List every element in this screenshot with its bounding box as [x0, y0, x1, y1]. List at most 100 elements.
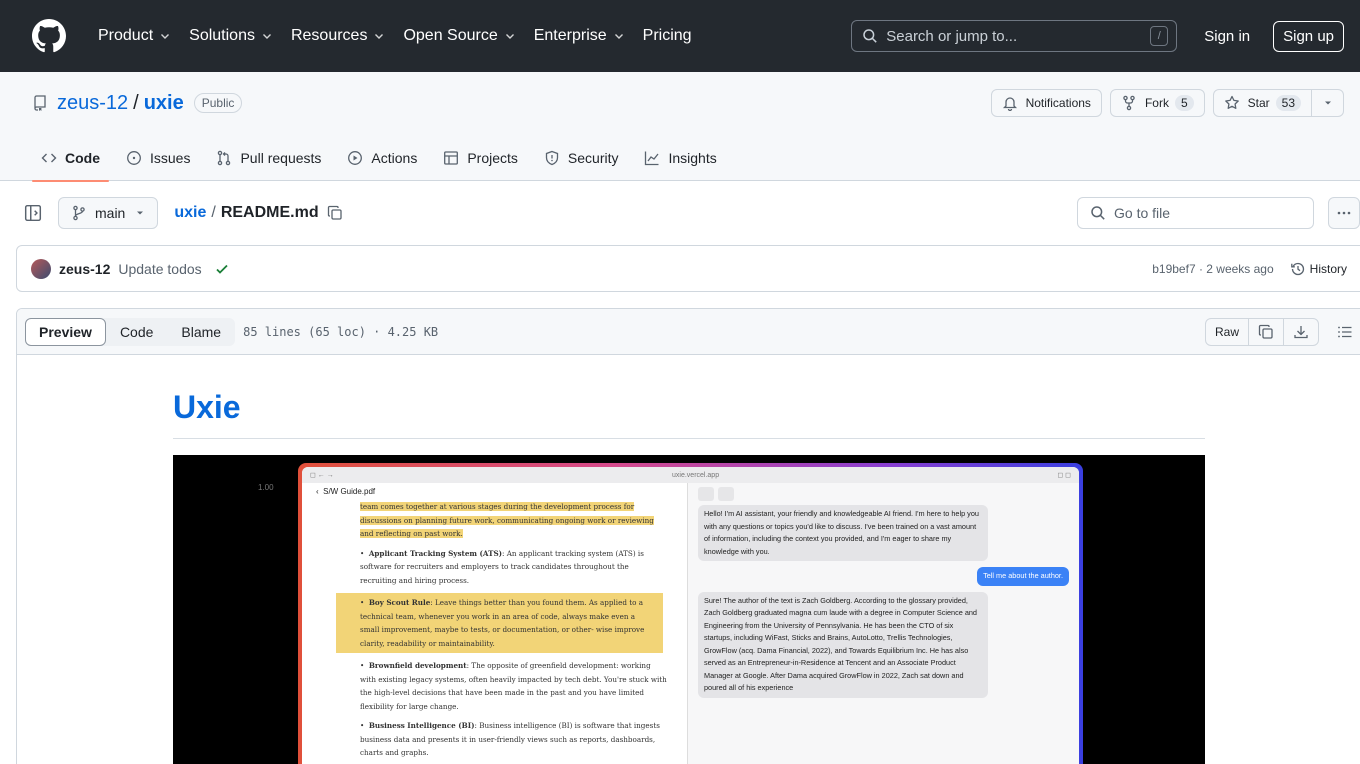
- more-options-button[interactable]: [1328, 197, 1360, 229]
- latest-commit-bar: zeus-12 Update todos b19bef7 · 2 weeks a…: [16, 245, 1360, 292]
- repo-separator: /: [133, 91, 139, 114]
- demo-chat-bubble-ai: Hello! I'm AI assistant, your friendly a…: [698, 505, 988, 561]
- repo-icon: [34, 95, 46, 111]
- nav-pricing[interactable]: Pricing: [635, 27, 700, 45]
- star-dropdown-button[interactable]: [1312, 89, 1344, 117]
- chevron-down-icon: [505, 34, 514, 39]
- graph-icon: [645, 151, 659, 165]
- search-shortcut-key: /: [1150, 26, 1169, 46]
- tab-label: Security: [567, 149, 619, 166]
- commit-author[interactable]: zeus-12: [59, 261, 110, 277]
- breadcrumb-file-name: README.md: [220, 204, 319, 221]
- demo-pdf-item: • Business Intelligence (BI): Business i…: [360, 721, 660, 757]
- star-count: 53: [1275, 95, 1301, 111]
- nav-solutions[interactable]: Solutions: [181, 27, 281, 45]
- history-button[interactable]: History: [1290, 261, 1347, 277]
- history-label: History: [1309, 261, 1347, 276]
- copy-raw-button[interactable]: [1249, 318, 1284, 345]
- triangle-down-icon: [137, 211, 144, 215]
- branch-selector[interactable]: main: [58, 197, 159, 229]
- demo-pdf-intro: team comes together at various stages du…: [360, 502, 654, 538]
- search-placeholder: Search or jump to...: [886, 27, 1018, 45]
- kebab-icon: [1337, 211, 1351, 215]
- star-icon: [1224, 95, 1239, 109]
- fork-label: Fork: [1144, 96, 1169, 110]
- tab-projects[interactable]: Projects: [434, 134, 527, 181]
- tab-label: Actions: [371, 149, 418, 166]
- demo-chat-pane: Hello! I'm AI assistant, your friendly a…: [688, 483, 1079, 764]
- preview-button[interactable]: Preview: [25, 317, 106, 346]
- repo-owner-link[interactable]: zeus-12: [57, 92, 128, 115]
- nav-enterprise[interactable]: Enterprise: [526, 27, 633, 45]
- demo-pdf-term: Business Intelligence (BI): [368, 721, 475, 730]
- nav-open-source[interactable]: Open Source: [395, 27, 523, 45]
- download-icon: [1294, 325, 1308, 338]
- copy-icon: [1258, 324, 1273, 339]
- demo-nav-arrows-icon: ◻ ← →: [310, 472, 334, 479]
- demo-chat-bubble-ai: Sure! The author of the text is Zach Gol…: [698, 591, 988, 698]
- demo-browser-bar: ◻ ← → uxie.vercel.app ◻ ◻: [302, 467, 1079, 483]
- star-button[interactable]: Star 53: [1212, 89, 1312, 117]
- sidebar-icon[interactable]: [24, 204, 42, 222]
- go-to-file-input[interactable]: Go to file: [1077, 197, 1314, 229]
- breadcrumb: uxie / README.md: [174, 204, 342, 222]
- check-icon[interactable]: [214, 261, 230, 277]
- raw-button[interactable]: Raw: [1206, 318, 1249, 345]
- tab-actions[interactable]: Actions: [338, 134, 426, 181]
- copy-icon[interactable]: [327, 205, 343, 221]
- fork-count: 5: [1174, 95, 1194, 111]
- demo-pdf-title-text: S/W Guide.pdf: [323, 487, 376, 496]
- tab-issues[interactable]: Issues: [117, 134, 199, 181]
- star-label: Star: [1247, 96, 1270, 110]
- star-group: Star 53: [1212, 89, 1344, 117]
- outline-button[interactable]: [1331, 318, 1359, 346]
- notifications-button[interactable]: Notifications: [990, 89, 1102, 117]
- demo-app-window: ◻ ← → uxie.vercel.app ◻ ◻ ‹ S/W Guide.pd…: [302, 467, 1079, 764]
- tab-label: Pull requests: [240, 149, 322, 166]
- chevron-down-icon: [262, 34, 271, 39]
- search-icon: [1091, 206, 1105, 220]
- sign-up-button[interactable]: Sign up: [1273, 20, 1344, 52]
- pull-request-icon: [218, 150, 231, 165]
- commit-message[interactable]: Update todos: [118, 261, 201, 277]
- table-icon: [444, 150, 459, 165]
- global-search-input[interactable]: Search or jump to... /: [851, 20, 1178, 52]
- file-viewer: Preview Code Blame 85 lines (65 loc) · 4…: [16, 308, 1360, 764]
- branch-name: main: [95, 205, 126, 221]
- search-icon: [863, 29, 877, 43]
- tab-code[interactable]: Code: [32, 134, 109, 182]
- header-right: Search or jump to... / Sign in Sign up: [851, 20, 1344, 52]
- tab-security[interactable]: Security: [535, 134, 628, 181]
- download-raw-button[interactable]: [1284, 319, 1318, 345]
- tab-pull-requests[interactable]: Pull requests: [207, 134, 330, 181]
- code-button[interactable]: Code: [106, 318, 167, 346]
- repo-name-link[interactable]: uxie: [144, 92, 184, 115]
- demo-pdf-title: ‹ S/W Guide.pdf: [316, 487, 376, 496]
- github-logo-icon[interactable]: [32, 19, 66, 53]
- demo-tool-icon: [698, 487, 714, 501]
- nav-resources[interactable]: Resources: [283, 27, 393, 45]
- repo-tabs: Code Issues Pull requests Actions Projec…: [0, 134, 1360, 182]
- breadcrumb-separator: /: [211, 204, 216, 221]
- shield-icon: [545, 150, 559, 165]
- breadcrumb-repo-link[interactable]: uxie: [174, 204, 206, 222]
- chevron-down-icon: [614, 34, 623, 39]
- sign-in-link[interactable]: Sign in: [1191, 28, 1263, 45]
- fork-button[interactable]: Fork 5: [1109, 89, 1205, 117]
- notifications-label: Notifications: [1025, 96, 1091, 110]
- repo-title-row: zeus-12 / uxie Public Notifications Fork…: [0, 72, 1360, 134]
- avatar[interactable]: [31, 258, 51, 279]
- repo-actions: Notifications Fork 5 Star 53: [983, 89, 1344, 117]
- readme-title[interactable]: Uxie: [173, 389, 1205, 439]
- nav-label: Solutions: [189, 27, 255, 44]
- blame-button[interactable]: Blame: [167, 318, 235, 346]
- tab-insights[interactable]: Insights: [635, 134, 725, 181]
- nav-label: Enterprise: [533, 27, 607, 44]
- file-viewer-header: Preview Code Blame 85 lines (65 loc) · 4…: [17, 309, 1360, 355]
- readme-demo-image[interactable]: 1.00 ◻ ← → uxie.vercel.app ◻ ◻ ‹ S/W Gui…: [173, 455, 1205, 764]
- raw-actions-group: Raw: [1204, 317, 1319, 346]
- nav-product[interactable]: Product: [90, 27, 179, 45]
- readme-content: Uxie 1.00 ◻ ← → uxie.vercel.app ◻ ◻ ‹ S/…: [17, 355, 1360, 764]
- visibility-badge: Public: [193, 93, 243, 113]
- commit-hash-and-time[interactable]: b19bef7 · 2 weeks ago: [1152, 262, 1273, 276]
